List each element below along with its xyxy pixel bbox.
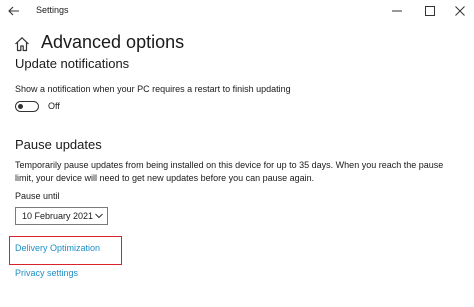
pause-until-value: 10 February 2021 (22, 211, 94, 221)
settings-window: Settings Advanced options Update notific… (0, 0, 474, 307)
minimize-button[interactable] (383, 0, 411, 22)
maximize-icon (425, 6, 435, 16)
pause-updates-description: Temporarily pause updates from being ins… (15, 160, 444, 183)
restart-notification-description: Show a notification when your PC require… (15, 84, 291, 94)
close-icon (455, 6, 465, 16)
restart-notification-toggle[interactable] (15, 101, 39, 112)
highlight-annotation-box (9, 236, 122, 265)
home-icon[interactable] (14, 36, 30, 52)
back-button[interactable] (4, 1, 24, 21)
maximize-button[interactable] (416, 0, 444, 22)
pause-updates-heading: Pause updates (15, 137, 102, 152)
page-title: Advanced options (41, 32, 185, 52)
update-notifications-heading: Update notifications (15, 56, 130, 71)
title-bar: Settings (0, 0, 474, 22)
privacy-settings-link[interactable]: Privacy settings (15, 268, 78, 278)
app-title: Settings (36, 5, 69, 15)
pause-until-dropdown[interactable]: 10 February 2021 (15, 207, 108, 225)
pause-until-label: Pause until (15, 191, 60, 201)
close-button[interactable] (446, 0, 474, 22)
chevron-down-icon (95, 213, 103, 219)
minimize-icon (392, 10, 402, 12)
toggle-state-label: Off (48, 101, 60, 111)
toggle-knob (18, 103, 23, 109)
back-arrow-icon (8, 6, 19, 16)
